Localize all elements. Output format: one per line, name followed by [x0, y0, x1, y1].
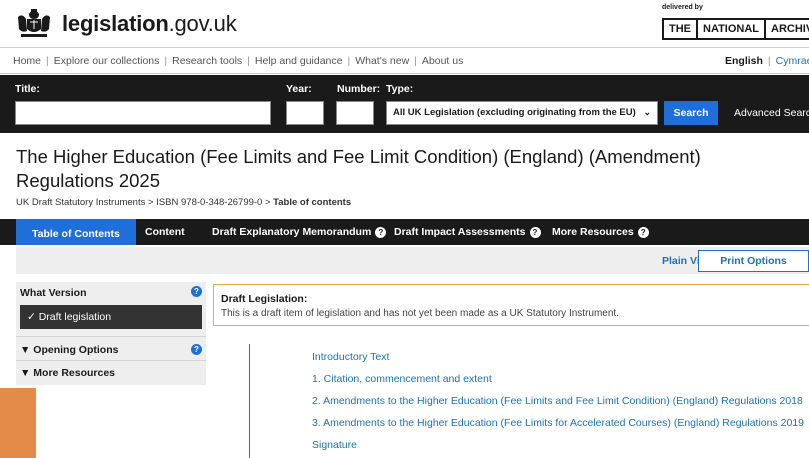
breadcrumb-separator: > [148, 197, 157, 208]
national-archives-logo[interactable]: THE NATIONAL ARCHIVES [662, 18, 809, 40]
tab-draft-impact-assessments[interactable]: Draft Impact Assessments? [394, 219, 541, 245]
site-header: legislation.gov.uk delivered by THE NATI… [0, 0, 809, 46]
document-tabs: Table of Contents Content Draft Explanat… [0, 219, 809, 245]
year-label: Year: [286, 83, 312, 95]
what-version-heading: What Version [20, 287, 87, 299]
toc-item-amendments-2019[interactable]: 3. Amendments to the Higher Education (F… [312, 417, 804, 429]
help-icon[interactable]: ? [191, 344, 202, 355]
tna-word-archives: ARCHIVES [764, 20, 809, 38]
view-toolbar: Plain View Print Options [16, 247, 809, 274]
site-name[interactable]: legislation.gov.uk [62, 11, 237, 37]
draft-legislation-option[interactable]: ✓ Draft legislation [20, 305, 202, 329]
toc-item-introductory-text[interactable]: Introductory Text [312, 351, 389, 363]
opening-options-toggle[interactable]: ▼ Opening Options [20, 344, 118, 356]
nav-separator: | [46, 55, 49, 67]
tab-content[interactable]: Content [145, 219, 185, 245]
lang-cymraeg[interactable]: Cymraeg [776, 55, 809, 67]
nav-separator: | [164, 55, 168, 67]
tab-label: Draft Impact Assessments [394, 226, 526, 238]
tab-label: Content [145, 226, 185, 238]
advanced-search-link[interactable]: Advanced Search [734, 107, 809, 119]
notice-text: This is a draft item of legislation and … [221, 308, 619, 319]
search-bar: Title: Year: Number: Type: All UK Legisl… [0, 75, 809, 133]
tab-label: More Resources [552, 226, 634, 238]
help-icon[interactable]: ? [375, 227, 387, 238]
nav-research-tools[interactable]: Research tools [172, 55, 242, 67]
breadcrumb-collection[interactable]: UK Draft Statutory Instruments [16, 197, 145, 208]
help-icon[interactable]: ? [637, 227, 649, 238]
top-navigation: Home | Explore our collections | Research to… [0, 47, 809, 74]
royal-crest-icon[interactable] [15, 7, 53, 39]
page: legislation.gov.uk delivered by THE NATI… [0, 0, 809, 458]
number-label: Number: [337, 83, 381, 95]
tab-draft-explanatory-memorandum[interactable]: Draft Explanatory Memorandum? [212, 219, 387, 245]
nav-home[interactable]: Home [13, 55, 41, 67]
language-switcher: English | Cymraeg [725, 55, 809, 67]
year-input[interactable] [286, 101, 324, 125]
type-label: Type: [386, 83, 414, 95]
site-name-rest: .gov.uk [168, 11, 237, 36]
draft-legislation-notice: Draft Legislation: This is a draft item … [213, 284, 809, 326]
lang-english[interactable]: English [725, 55, 763, 67]
breadcrumb-separator: > [264, 197, 274, 208]
tab-label: Draft Explanatory Memorandum [212, 226, 372, 238]
divider [16, 360, 206, 361]
nav-about-us[interactable]: About us [422, 55, 463, 67]
tna-word-the: THE [669, 23, 691, 35]
page-title: The Higher Education (Fee Limits and Fee… [16, 146, 701, 191]
breadcrumb: UK Draft Statutory Instruments > ISBN 97… [16, 197, 351, 208]
divider [16, 336, 206, 337]
version-sidebar: What Version ? ✓ Draft legislation ▼ Ope… [16, 282, 206, 385]
title-input[interactable] [15, 101, 271, 125]
type-select-value: All UK Legislation (excluding originatin… [393, 107, 636, 118]
delivered-by-label: delivered by [662, 4, 703, 11]
breadcrumb-current: Table of contents [273, 197, 352, 208]
help-icon[interactable]: ? [191, 286, 202, 297]
nav-separator: | [247, 55, 250, 67]
lang-separator: | [767, 55, 771, 67]
nav-help-guidance[interactable]: Help and guidance [255, 55, 343, 67]
number-input[interactable] [336, 101, 374, 125]
tab-table-of-contents[interactable]: Table of Contents [16, 219, 136, 245]
title-label: Title: [15, 83, 40, 95]
nav-explore-collections[interactable]: Explore our collections [54, 55, 160, 67]
toc-item-citation[interactable]: 1. Citation, commencement and extent [312, 373, 492, 385]
toc-rule [249, 344, 250, 458]
chevron-down-icon: ⌄ [643, 107, 651, 117]
more-resources-toggle[interactable]: ▼ More Resources [20, 367, 115, 379]
toc-item-signature[interactable]: Signature [312, 439, 357, 451]
breadcrumb-isbn[interactable]: ISBN 978-0-348-26799-0 [156, 197, 262, 208]
search-button[interactable]: Search [664, 101, 718, 125]
nav-links: Home | Explore our collections | Research to… [13, 55, 463, 67]
site-name-bold: legislation [62, 11, 169, 36]
notice-heading: Draft Legislation: [221, 293, 308, 305]
tab-label: Table of Contents [32, 228, 120, 240]
nav-separator: | [347, 55, 351, 67]
tab-more-resources[interactable]: More Resources? [552, 219, 649, 245]
toc-item-amendments-2018[interactable]: 2. Amendments to the Higher Education (F… [312, 395, 803, 407]
tna-word-national: NATIONAL [696, 20, 764, 38]
help-icon[interactable]: ? [529, 227, 541, 238]
type-select[interactable]: All UK Legislation (excluding originatin… [386, 101, 658, 125]
nav-whats-new[interactable]: What's new [355, 55, 409, 67]
decorative-panel [0, 388, 36, 458]
print-options-button[interactable]: Print Options [698, 250, 809, 272]
nav-separator: | [414, 55, 417, 67]
